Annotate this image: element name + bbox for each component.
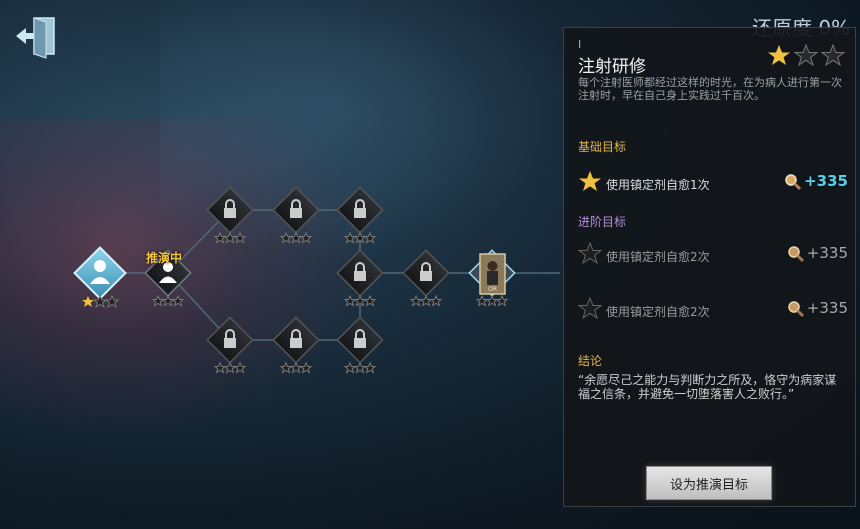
- skill-tree: OR: [73, 186, 560, 374]
- mission-detail-panel: I 注射研修 每个注射医师都经过这样的时光，在为病人进行第一次注射时，早在自己身…: [563, 27, 856, 507]
- set-target-button[interactable]: 设为推演目标: [646, 466, 772, 500]
- goal-item: 使用镇定剂自愈2次 +335: [578, 297, 848, 323]
- star-empty-icon: [793, 43, 819, 67]
- magnifier-icon: [788, 300, 804, 317]
- skill-node-locked[interactable]: [206, 316, 254, 374]
- magnifier-icon: [785, 173, 802, 190]
- goal-text: 使用镇定剂自愈2次: [606, 250, 710, 264]
- skill-node-locked[interactable]: [336, 316, 384, 374]
- goal-item: 使用镇定剂自愈1次 +335: [578, 170, 848, 196]
- skill-node-locked[interactable]: [272, 186, 320, 244]
- node-stars: [82, 294, 120, 309]
- goal-reward: +335: [787, 299, 848, 318]
- in-progress-tag: 推演中: [146, 251, 183, 265]
- basic-goals-label: 基础目标: [578, 140, 627, 154]
- reward-value: +335: [806, 244, 848, 262]
- skill-node-locked[interactable]: [206, 186, 254, 244]
- skill-node-character[interactable]: OR: [468, 249, 516, 307]
- skill-node-locked[interactable]: [336, 249, 384, 307]
- goal-item: 使用镇定剂自愈2次 +335: [578, 242, 848, 268]
- node-stars: [409, 294, 443, 307]
- skill-node-locked[interactable]: [272, 316, 320, 374]
- node-stars: [213, 231, 247, 244]
- conclusion-label: 结论: [578, 354, 603, 368]
- star-empty-icon: [820, 43, 846, 67]
- magnifier-icon: [788, 245, 804, 262]
- reward-value: +335: [806, 299, 848, 317]
- reward-value: +335: [804, 172, 848, 190]
- node-stars: [151, 294, 185, 307]
- mission-title: 注射研修: [578, 57, 646, 77]
- node-stars: [213, 361, 247, 374]
- node-stars: [343, 361, 377, 374]
- node-stars: [475, 294, 509, 307]
- goal-reward: +335: [787, 244, 848, 263]
- skill-node-locked[interactable]: [336, 186, 384, 244]
- node-stars: [279, 231, 313, 244]
- mission-rating: [767, 43, 846, 72]
- conclusion-text: “余愿尽己之能力与判断力之所及，恪守为病家谋福之信条，并避免一切堕落害人之败行。…: [578, 373, 837, 401]
- mission-description: 每个注射医师都经过这样的时光，在为病人进行第一次注射时，早在自己身上实践过千百次…: [578, 76, 842, 102]
- skill-node-locked[interactable]: [402, 249, 450, 307]
- mission-number: I: [578, 38, 582, 51]
- character-portrait-icon: [487, 261, 498, 285]
- goal-text: 使用镇定剂自愈1次: [606, 178, 710, 192]
- goal-text: 使用镇定剂自愈2次: [606, 305, 710, 319]
- star-empty-icon: [578, 242, 602, 265]
- goal-reward: +335: [784, 172, 848, 191]
- star-empty-icon: [578, 297, 602, 320]
- star-filled-icon: [768, 45, 790, 65]
- advanced-goals-label: 进阶目标: [578, 215, 627, 229]
- character-tag: OR: [488, 286, 497, 293]
- skill-node-start[interactable]: [73, 246, 127, 309]
- node-stars: [279, 361, 313, 374]
- star-filled-icon: [579, 171, 601, 191]
